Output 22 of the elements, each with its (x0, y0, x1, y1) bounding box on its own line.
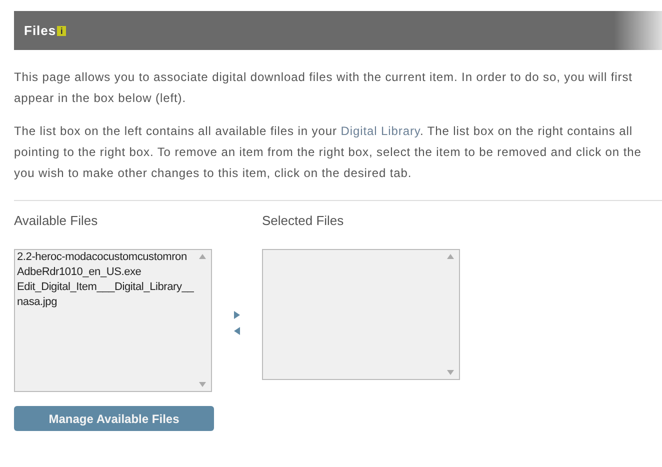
selected-files-list[interactable] (262, 249, 460, 380)
available-files-label: Available Files (14, 213, 99, 230)
file-item[interactable]: nasa.jpg (15, 295, 57, 310)
move-right-icon[interactable] (234, 311, 240, 319)
file-item[interactable]: AdbeRdr1010_en_US.exe (15, 265, 142, 280)
scroll-up-icon[interactable] (199, 254, 206, 259)
section-title: Files (24, 23, 56, 38)
description-text: This page allows you to associate digital download files with the current item. In order to do so, you will first (14, 69, 634, 86)
move-left-icon[interactable] (234, 327, 240, 335)
description-text: you wish to make other changes to this item, click on the desired tab. (14, 165, 413, 182)
scroll-down-icon[interactable] (447, 370, 454, 375)
description-text: The list box on the left contains all available files in your Digital Library. The list box on the right contains all (14, 123, 634, 140)
scroll-down-icon[interactable] (199, 382, 206, 387)
file-item[interactable]: Edit_Digital_Item___Digital_Library__ (15, 280, 194, 295)
file-item[interactable]: 2.2-heroc-modacocustomcustomron (15, 250, 187, 265)
description-text: pointing to the right box. To remove an item from the right box, select the item to be removed and click on the (14, 144, 642, 161)
available-files-list[interactable]: 2.2-heroc-modacocustomcustomron AdbeRdr1010_en_US.exe Edit_Digital_Item___Digital_Library__ nasa.jpg (14, 249, 212, 392)
scroll-up-icon[interactable] (447, 254, 454, 259)
description-text: appear in the box below (left). (14, 90, 188, 107)
selected-files-label: Selected Files (262, 213, 345, 230)
info-icon[interactable]: i (57, 26, 66, 36)
digital-library-link[interactable]: Digital Library (340, 124, 420, 138)
